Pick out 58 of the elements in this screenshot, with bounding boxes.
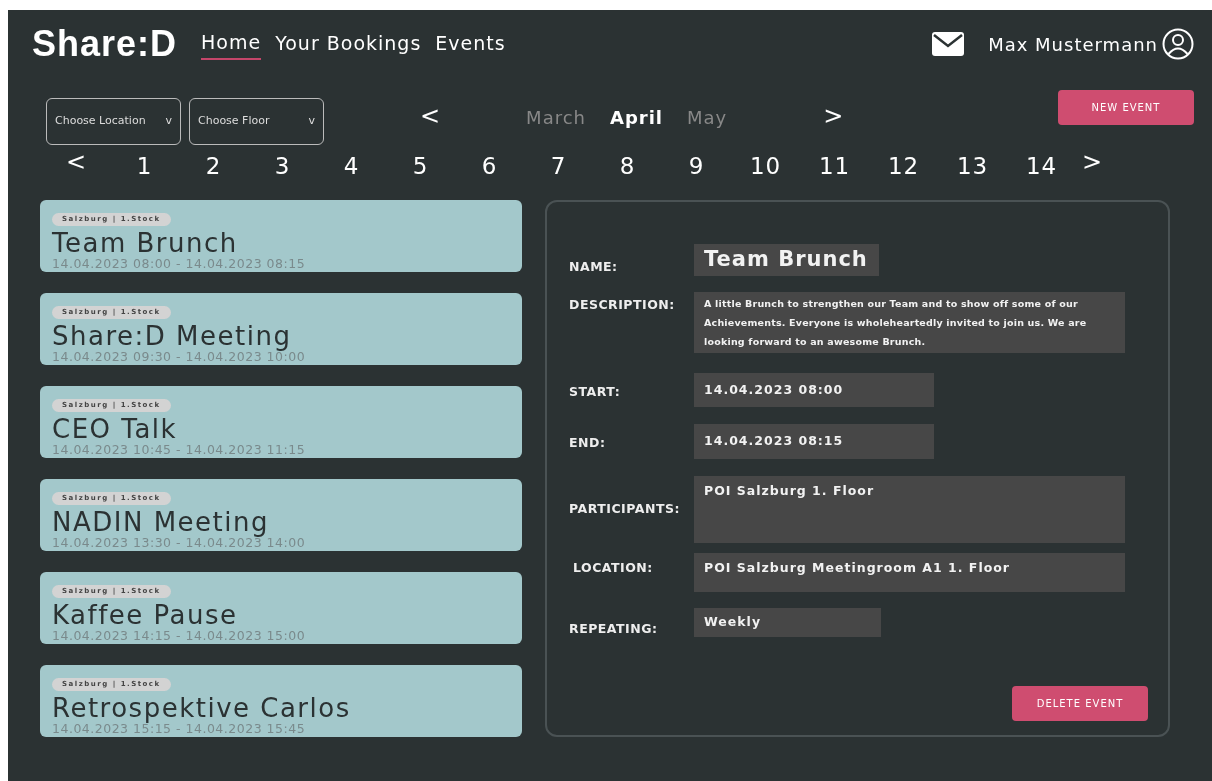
field-label: LOCATION:: [572, 559, 654, 577]
field-value: A little Brunch to strengthen our Team and to show off some of our Achievements. Everyone is wholeheartedly invited to join us. We are looking forward to an awesome Brunch.: [694, 291, 1125, 353]
nav-link-tab[interactable]: Home: [201, 27, 262, 61]
event-title: NADIN Meeting: [52, 509, 270, 535]
event-title: Retrospektive Carlos: [52, 695, 352, 721]
field-value: 14.04.2023 08:00: [694, 372, 934, 408]
event-time: 14.04.2023 14:15 - 14.04.2023 15:00: [52, 628, 307, 643]
month-tab[interactable]: March: [526, 104, 586, 131]
field-value: POI Salzburg Meetingroom A1 1. Floor: [694, 553, 1125, 592]
event-title: Share:D Meeting: [52, 323, 292, 349]
field-label: REPEATING:: [569, 620, 659, 638]
event-time: 14.04.2023 13:30 - 14.04.2023 14:00: [52, 535, 307, 550]
previous-month-button[interactable]: <: [414, 103, 447, 128]
event-time: 14.04.2023 15:15 - 14.04.2023 15:45: [52, 721, 307, 736]
day-button[interactable]: 13: [938, 148, 1008, 184]
day-button[interactable]: 11: [800, 148, 870, 184]
day-button[interactable]: 2: [179, 148, 249, 184]
day-button[interactable]: 1: [110, 148, 180, 184]
field-label: START:: [569, 382, 622, 401]
field-value: 14.04.2023 08:15: [694, 424, 934, 459]
day-button[interactable]: 9: [662, 148, 732, 184]
field-label: PARTICIPANTS:: [569, 500, 681, 518]
day-button[interactable]: 14: [1007, 148, 1077, 184]
day-button[interactable]: 6: [455, 148, 525, 184]
dropdown-field[interactable]: Choose Location v: [46, 98, 181, 145]
dropdown-field[interactable]: Choose Floor v: [189, 98, 324, 145]
field-value: POI Salzburg 1. Floor: [694, 476, 1125, 543]
day-button[interactable]: 3: [248, 148, 318, 184]
next-month-button[interactable]: >: [817, 103, 850, 128]
field-label: DESCRIPTION:: [569, 295, 676, 314]
event-title: Team Brunch: [52, 230, 239, 256]
month-tab[interactable]: April: [610, 104, 664, 131]
day-button[interactable]: 5: [386, 148, 456, 184]
field-label: NAME:: [569, 258, 619, 276]
delete-event-button[interactable]: DELETE EVENT: [1012, 686, 1148, 721]
day-button[interactable]: 4: [317, 148, 387, 184]
user-avatar-icon[interactable]: [1162, 28, 1194, 60]
day-button[interactable]: 8: [593, 148, 663, 184]
event-time: 14.04.2023 08:00 - 14.04.2023 08:15: [52, 256, 307, 271]
field-value: Team Brunch: [694, 244, 879, 276]
user-name[interactable]: Max Mustermann: [988, 30, 1158, 58]
nav-link-tab[interactable]: Events: [435, 28, 506, 60]
field-value: Weekly: [694, 608, 881, 637]
day-button[interactable]: 10: [731, 148, 801, 184]
field-label: END:: [569, 434, 607, 453]
event-time: 14.04.2023 09:30 - 14.04.2023 10:00: [52, 349, 307, 364]
day-button[interactable]: 12: [869, 148, 939, 184]
month-tab[interactable]: May: [687, 104, 728, 131]
new-event-button[interactable]: NEW EVENT: [1058, 90, 1194, 125]
previous-days-button[interactable]: <: [60, 150, 93, 174]
event-title: Kaffee Pause: [52, 602, 239, 628]
nav-link-tab[interactable]: Your Bookings: [275, 28, 422, 60]
day-button[interactable]: 7: [524, 148, 594, 184]
mail-icon[interactable]: [932, 32, 965, 56]
brand-logo: Share:D: [32, 22, 178, 66]
event-title: CEO Talk: [52, 416, 179, 442]
event-time: 14.04.2023 10:45 - 14.04.2023 11:15: [52, 442, 307, 457]
next-days-button[interactable]: >: [1076, 150, 1109, 174]
